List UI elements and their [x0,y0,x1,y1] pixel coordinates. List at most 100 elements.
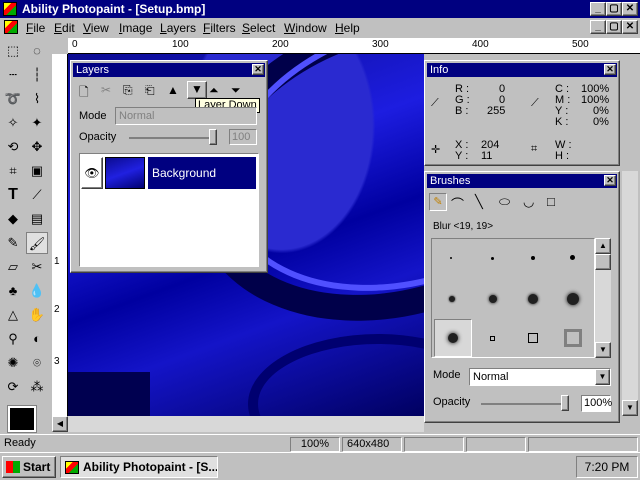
brush-swatch[interactable] [528,294,538,304]
transform-icon[interactable]: ⟲ [2,136,24,158]
layer-row[interactable]: 👁 Background [81,155,257,191]
menu-help[interactable]: Help [335,21,360,35]
column-select-icon[interactable]: ┆ [26,64,48,86]
rotate-icon[interactable]: ⟳ [2,376,24,398]
layer-opacity-field[interactable]: 100 [229,129,257,145]
start-button[interactable]: Start [2,456,56,478]
poly-lasso-icon[interactable]: ⌇ [26,88,48,110]
brush-opacity-slider[interactable] [561,395,569,411]
text-icon[interactable]: T [2,184,24,206]
magic-wand-icon[interactable]: ✧ [2,112,24,134]
app-icon[interactable] [3,2,17,16]
info-panel-title[interactable]: Info ✕ [427,63,617,77]
stamp-icon[interactable]: ▣ [26,160,48,182]
brush-line-icon[interactable]: ╲ [475,194,483,210]
hand-icon[interactable]: ✋ [26,304,48,326]
menu-window[interactable]: Window [284,21,327,35]
menu-image[interactable]: Image [119,21,152,35]
foreground-color-swatch[interactable] [7,405,37,433]
brush-curve-icon[interactable]: ⌒ [451,194,464,213]
lasso-icon[interactable]: ➰ [2,88,24,110]
eyedropper-icon[interactable]: ⟋ [26,184,48,206]
clone-icon[interactable]: ♣ [2,280,24,302]
minimize-button[interactable]: _ [590,2,606,16]
airbrush-icon[interactable]: ⁂ [26,376,48,398]
layers-close-button[interactable]: ✕ [252,64,264,75]
cut-layer-icon[interactable]: ✂ [101,83,111,97]
menu-file[interactable]: File [26,21,45,35]
crop-icon[interactable]: ⌗ [2,160,24,182]
document-icon[interactable] [4,20,18,34]
move-icon[interactable]: ✥ [26,136,48,158]
taskbar-app-button[interactable]: Ability Photopaint - [S... [60,456,218,478]
menu-select[interactable]: Select [242,21,275,35]
brushes-panel-title[interactable]: Brushes ✕ [427,174,617,188]
layers-panel-title[interactable]: Layers ✕ [73,63,265,77]
brush-ellipse-icon[interactable]: ⬭ [499,194,510,210]
layer-top-icon[interactable]: ⏶ [209,83,219,98]
doc-close-button[interactable]: ✕ [622,20,638,34]
contrast-icon[interactable]: ◐ [26,328,48,350]
scroll-thumb[interactable] [595,254,611,270]
pencil-icon[interactable]: ✎ [2,232,24,254]
brush-rect-icon[interactable]: □ [547,194,555,209]
scroll-left-arrow-icon[interactable]: ◀ [52,416,68,432]
brush-swatch[interactable] [528,333,538,343]
brush-scrollbar[interactable]: ▲ ▼ [595,238,611,358]
info-close-button[interactable]: ✕ [604,64,616,75]
sharpen-icon[interactable]: △ [2,304,24,326]
menu-layers[interactable]: Layers [160,21,196,35]
paste-layer-icon[interactable]: ⎗ [145,83,155,98]
brush-swatch[interactable] [489,295,497,303]
layer-bottom-icon[interactable]: ⏷ [231,83,241,98]
ellipse-select-icon[interactable]: ◌ [26,40,48,62]
brush-swatch[interactable] [450,257,452,259]
layer-up-icon[interactable]: ▲ [167,83,179,97]
brush-mode-select[interactable]: Normal ▼ [469,368,611,386]
doc-restore-button[interactable]: ▢ [606,20,622,34]
layer-mode-select[interactable]: Normal [115,107,257,125]
brush-swatch[interactable] [491,257,494,260]
layer-opacity-slider[interactable] [209,129,217,145]
scroll-up-arrow-icon[interactable]: ▲ [595,238,611,254]
copy-layer-icon[interactable]: ⎘ [123,83,133,98]
gradient-icon[interactable]: ▤ [26,208,48,230]
brush-swatch[interactable] [564,329,582,347]
sponge-icon[interactable]: ⌾ [26,352,48,374]
brush-swatch[interactable] [567,293,579,305]
zoom-icon[interactable]: ⚲ [2,328,24,350]
menu-edit[interactable]: Edit [54,21,75,35]
color-wand-icon[interactable]: ✦ [26,112,48,134]
scroll-down-arrow-icon[interactable]: ▼ [595,342,611,358]
brush-swatch[interactable] [490,336,495,341]
brush-swatch[interactable] [570,255,575,260]
brush-pencil-icon[interactable]: ✎ [429,193,447,211]
menu-view[interactable]: View [83,21,109,35]
doc-minimize-button[interactable]: _ [590,20,606,34]
layer-name[interactable]: Background [148,157,256,189]
maximize-button[interactable]: ▢ [606,2,622,16]
scroll-down-arrow-icon[interactable]: ▼ [622,400,638,416]
fill-bucket-icon[interactable]: ◆ [2,208,24,230]
row-select-icon[interactable]: ┄ [2,64,24,86]
brush-swatch[interactable] [449,296,455,302]
chevron-down-icon[interactable]: ▼ [595,369,610,385]
brushes-close-button[interactable]: ✕ [604,175,616,186]
brush-opacity-field[interactable]: 100% [581,395,612,412]
smudge-icon[interactable]: ✂ [26,256,48,278]
eye-visibility-icon[interactable]: 👁 [81,157,103,189]
menu-filters[interactable]: Filters [203,21,236,35]
close-button[interactable]: ✕ [622,2,638,16]
brush-icon[interactable]: 🖌 [26,232,48,254]
blur-icon[interactable]: 💧 [26,280,48,302]
burn-icon[interactable]: ✺ [2,352,24,374]
new-layer-icon[interactable]: 🗋 [79,83,89,104]
horizontal-scrollbar[interactable]: ◀ [52,416,424,432]
vertical-scrollbar[interactable]: ▼ [622,171,638,416]
brush-freeform-icon[interactable]: ◡ [523,194,534,210]
layer-down-icon[interactable]: ▼ [187,81,207,99]
brush-swatch[interactable] [531,256,535,260]
rect-select-icon[interactable]: ⬚ [2,40,24,62]
eraser-icon[interactable]: ▱ [2,256,24,278]
brush-swatch-selected[interactable] [434,319,472,357]
